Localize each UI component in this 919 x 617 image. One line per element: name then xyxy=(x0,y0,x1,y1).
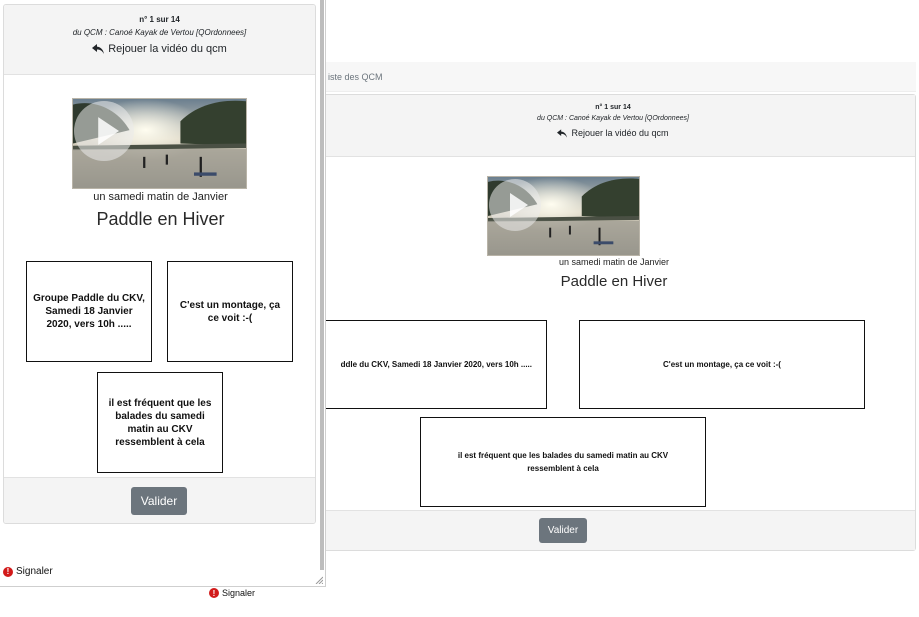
answer-option-3-text: il est fréquent que les balades du samed… xyxy=(108,397,212,448)
question-card-mobile: n° 1 sur 14 du QCM : Canoé Kayak de Vert… xyxy=(3,4,316,524)
answer-option-2-text: C'est un montage, ça ce voit :-( xyxy=(179,299,281,324)
replay-video-label[interactable]: Rejouer la vidéo du qcm xyxy=(108,43,227,55)
report-label[interactable]: Signaler xyxy=(16,566,53,577)
breadcrumb-qcm-list[interactable]: iste des QCM xyxy=(300,62,916,92)
image-caption: un samedi matin de Janvier xyxy=(93,191,228,203)
question-title: Paddle en Hiver xyxy=(96,209,225,229)
question-image[interactable] xyxy=(487,176,640,256)
mobile-preview-window: n° 1 sur 14 du QCM : Canoé Kayak de Vert… xyxy=(0,0,326,587)
answer-option-1[interactable]: Groupe Paddle du CKV, Samedi 18 Janvier … xyxy=(26,261,152,362)
play-icon[interactable] xyxy=(74,101,134,161)
report-label[interactable]: Signaler xyxy=(222,588,255,598)
question-title: Paddle en Hiver xyxy=(560,273,668,290)
answer-option-1[interactable]: ddle du CKV, Samedi 18 Janvier 2020, ver… xyxy=(299,320,547,409)
answer-option-2-text: C'est un montage, ça ce voit :-( xyxy=(663,360,781,369)
answer-option-1-text: ddle du CKV, Samedi 18 Janvier 2020, ver… xyxy=(340,360,532,369)
question-image[interactable] xyxy=(72,98,247,189)
answer-option-3[interactable]: il est fréquent que les balades du samed… xyxy=(420,417,706,507)
reply-arrow-icon xyxy=(92,44,105,54)
question-footer: Valider xyxy=(4,477,315,523)
resize-grip-icon[interactable] xyxy=(315,576,323,584)
play-icon[interactable] xyxy=(489,179,541,231)
submit-button[interactable]: Valider xyxy=(131,487,187,515)
question-header: n° 1 sur 14 du QCM : Canoé Kayak de Vert… xyxy=(4,5,315,75)
answer-option-1-text: Groupe Paddle du CKV, Samedi 18 Janvier … xyxy=(33,293,145,330)
image-caption: un samedi matin de Janvier xyxy=(558,257,670,267)
submit-button[interactable]: Valider xyxy=(539,518,587,543)
report-link-desktop[interactable]: ! Signaler xyxy=(209,588,255,598)
replay-video-button[interactable]: Rejouer la vidéo du qcm xyxy=(92,43,227,55)
question-number: n° 1 sur 14 xyxy=(595,104,631,111)
reply-arrow-icon xyxy=(557,128,568,138)
answer-option-2[interactable]: C'est un montage, ça ce voit :-( xyxy=(579,320,865,409)
answer-option-3[interactable]: il est fréquent que les balades du samed… xyxy=(97,372,223,473)
answer-option-2[interactable]: C'est un montage, ça ce voit :-( xyxy=(167,261,293,362)
replay-video-label[interactable]: Rejouer la vidéo du qcm xyxy=(571,128,668,138)
question-source: du QCM : Canoé Kayak de Vertou [QOrdonne… xyxy=(72,28,247,37)
question-card-desktop: n° 1 sur 14 du QCM : Canoé Kayak de Vert… xyxy=(299,94,916,551)
breadcrumb-label[interactable]: iste des QCM xyxy=(328,72,383,82)
report-link-mobile[interactable]: ! Signaler xyxy=(3,566,53,577)
replay-video-button[interactable]: Rejouer la vidéo du qcm xyxy=(557,128,669,138)
exclamation-circle-icon: ! xyxy=(209,588,219,598)
question-header: n° 1 sur 14 du QCM : Canoé Kayak de Vert… xyxy=(311,95,915,157)
vertical-scrollbar[interactable] xyxy=(320,0,324,570)
exclamation-circle-icon: ! xyxy=(3,566,13,577)
question-number: n° 1 sur 14 xyxy=(139,15,180,24)
question-source: du QCM : Canoé Kayak de Vertou [QOrdonne… xyxy=(537,115,689,122)
question-footer: Valider xyxy=(311,510,915,550)
answer-option-3-text: il est fréquent que les balades du samed… xyxy=(457,451,669,473)
